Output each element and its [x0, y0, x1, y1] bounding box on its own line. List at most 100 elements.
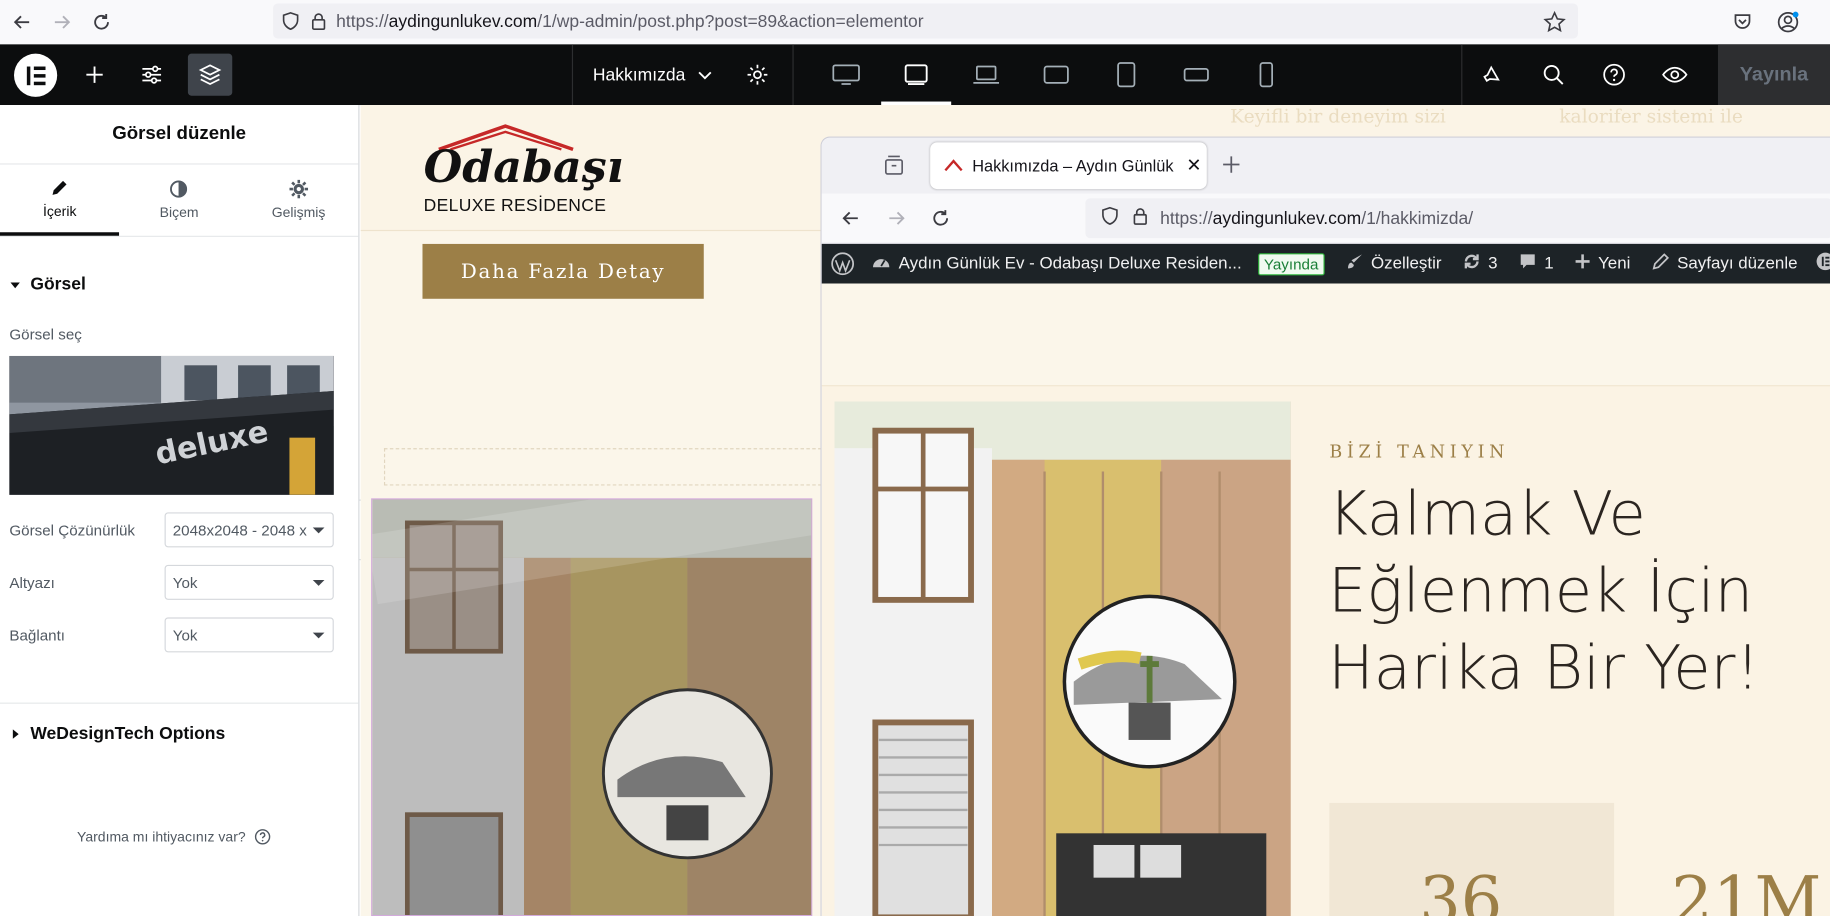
section-divider: [0, 702, 359, 704]
section-image-toggle[interactable]: Görsel: [0, 274, 95, 294]
wordpress-logo-icon[interactable]: [831, 252, 855, 276]
stat-value-1: 36: [1419, 863, 1503, 916]
comment-bubble-icon: [1519, 252, 1538, 275]
half-circle-icon: [170, 180, 189, 199]
caret-right-icon: [9, 728, 21, 740]
updates-refresh-icon: [1463, 252, 1482, 275]
tab-advanced-label: Gelişmiş: [271, 204, 326, 221]
tab-list-icon[interactable]: [882, 154, 905, 183]
resolution-select[interactable]: 2048x2048 - 2048 x: [164, 512, 334, 548]
site-content: BİZİ TANIYIN Kalmak Ve Eğlenmek İçin Har…: [821, 283, 1830, 916]
wp-status-text: Yayında: [1258, 252, 1325, 275]
pocket-icon[interactable]: [1725, 5, 1760, 40]
device-desktop-icon[interactable]: [811, 44, 881, 105]
wp-customize-text: Özelleştir: [1370, 254, 1442, 274]
tab-style[interactable]: Biçem: [119, 165, 238, 236]
help-text: Yardıma mı ihtiyacınız var?: [77, 828, 246, 845]
dashboard-gauge-icon: [871, 252, 892, 275]
empty-widget-area[interactable]: [383, 448, 828, 486]
window-reload-icon[interactable]: [930, 208, 951, 235]
window-back-icon[interactable]: [840, 208, 861, 235]
bookmark-star-icon[interactable]: [1537, 5, 1572, 40]
window-lock-icon[interactable]: [1132, 206, 1148, 231]
elementor-small-icon: [1816, 252, 1830, 275]
new-tab-icon[interactable]: [1221, 154, 1242, 181]
close-tab-icon[interactable]: [1187, 156, 1201, 175]
panel-title: Görsel düzenle: [0, 105, 359, 165]
ghost-text-1: Keyifli bir deneyim sizi: [1230, 105, 1446, 128]
wp-new-link[interactable]: Yeni: [1575, 253, 1630, 274]
device-tablet-icon[interactable]: [881, 44, 952, 106]
more-details-button[interactable]: Daha Fazla Detay: [422, 243, 704, 299]
wp-customize-link[interactable]: Özelleştir: [1345, 252, 1441, 275]
wp-comments-link[interactable]: 1: [1519, 252, 1554, 275]
lock-icon[interactable]: [310, 12, 326, 31]
help-icon[interactable]: [1584, 44, 1645, 105]
image-preview-thumbnail[interactable]: deluxe: [9, 355, 334, 495]
link-value: Yok: [172, 626, 198, 644]
page-name: Hakkımızda: [592, 64, 686, 85]
site-preview-window: Hakkımızda – Aydın Günlük Ev https://ayd…: [820, 136, 1830, 916]
caret-down-icon: [9, 278, 21, 290]
link-label: Bağlantı: [9, 626, 66, 644]
shield-icon[interactable]: [280, 11, 301, 32]
wp-status-badge: Yayında: [1258, 252, 1325, 275]
elementor-logo-icon[interactable]: [14, 53, 58, 97]
device-laptop-icon[interactable]: [951, 44, 1021, 105]
window-nav-bar: https://aydingunlukev.com/1/hakkimizda/: [821, 193, 1830, 244]
device-mobile-icon[interactable]: [1231, 44, 1301, 105]
site-settings-sliders-icon[interactable]: [130, 54, 174, 96]
about-headline: Kalmak Ve Eğlenmek İçin Harika Bir Yer!: [1328, 479, 1760, 704]
browser-tab-active[interactable]: Hakkımızda – Aydın Günlük Ev: [930, 142, 1207, 190]
resolution-value: 2048x2048 - 2048 x: [172, 521, 307, 539]
wp-admin-bar: Aydın Günlük Ev - Odabaşı Deluxe Residen…: [821, 243, 1830, 284]
device-mobile-landscape-icon[interactable]: [1161, 44, 1231, 105]
link-select[interactable]: Yok: [164, 617, 334, 653]
notifications-megaphone-icon[interactable]: [1462, 44, 1523, 105]
caption-value: Yok: [172, 573, 198, 592]
tab-style-label: Biçem: [159, 204, 199, 221]
control-resolution: Görsel Çözünürlük 2048x2048 - 2048 x: [9, 512, 334, 548]
address-bar[interactable]: https://aydingunlukev.com/1/wp-admin/pos…: [273, 3, 1578, 39]
responsive-device-bar: [811, 44, 1301, 106]
tab-advanced[interactable]: Gelişmiş: [239, 165, 358, 236]
account-icon[interactable]: [1770, 5, 1805, 40]
control-caption: Altyazı Yok: [9, 564, 334, 600]
selected-image-widget[interactable]: [371, 498, 813, 916]
add-element-icon[interactable]: [72, 54, 116, 96]
wp-site-name: Aydın Günlük Ev - Odabaşı Deluxe Residen…: [898, 254, 1242, 274]
back-icon[interactable]: [5, 5, 40, 40]
choose-image-label: Görsel seç: [9, 325, 82, 344]
wp-edit-page-link[interactable]: Sayfayı düzenle: [1651, 252, 1798, 275]
brush-icon: [1345, 252, 1364, 275]
window-forward-icon[interactable]: [886, 208, 907, 235]
eyebrow-text: BİZİ TANIYIN: [1329, 441, 1510, 463]
section-title: Görsel: [30, 274, 86, 295]
stat-value-2: 21M: [1671, 863, 1822, 916]
help-link[interactable]: Yardıma mı ihtiyacınız var?: [77, 829, 270, 845]
reload-icon[interactable]: [84, 5, 119, 40]
site-favicon-icon: [944, 159, 963, 173]
caption-select[interactable]: Yok: [164, 564, 334, 600]
device-tablet-landscape-icon[interactable]: [1021, 44, 1091, 105]
search-icon[interactable]: [1523, 44, 1584, 105]
right-toolbar: [1461, 44, 1705, 106]
device-tablet-portrait-icon[interactable]: [1091, 44, 1161, 105]
publish-button[interactable]: Yayınla: [1717, 44, 1830, 106]
tab-content[interactable]: İçerik: [0, 165, 120, 236]
wp-elementor-link[interactable]: El: [1816, 252, 1830, 275]
logo-wordmark: Odabaşı: [423, 140, 624, 193]
section-wedesigntech-toggle[interactable]: WeDesignTech Options: [0, 724, 235, 743]
page-switcher[interactable]: Hakkımızda: [571, 44, 794, 106]
forward-icon[interactable]: [44, 5, 79, 40]
wp-updates-count: 3: [1488, 254, 1498, 274]
preview-eye-icon[interactable]: [1644, 44, 1705, 105]
question-circle-icon: [254, 829, 270, 845]
wp-updates-link[interactable]: 3: [1463, 252, 1498, 275]
page-settings-gear-icon[interactable]: [746, 63, 769, 86]
window-shield-icon[interactable]: [1099, 205, 1120, 232]
window-address-bar[interactable]: https://aydingunlukev.com/1/hakkimizda/: [1085, 198, 1830, 239]
structure-layers-icon[interactable]: [187, 53, 233, 96]
chevron-down-icon: [697, 67, 713, 83]
wp-site-link[interactable]: Aydın Günlük Ev - Odabaşı Deluxe Residen…: [871, 252, 1242, 275]
